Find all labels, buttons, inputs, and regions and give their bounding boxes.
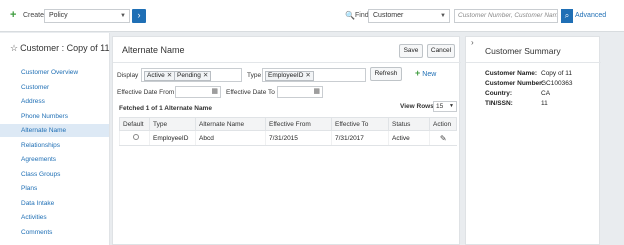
type-cell: EmployeeID (149, 130, 196, 146)
display-label: Display (117, 72, 139, 79)
effective-date-to-input[interactable]: ▦ (277, 86, 323, 98)
column-header-action: Action (429, 117, 457, 131)
country-value: CA (541, 90, 551, 97)
display-filter[interactable]: Active ✕ Pending ✕ (141, 68, 242, 82)
nav-item-alternate-name[interactable]: Alternate Name (0, 124, 109, 137)
nav-item-activities[interactable]: Activities (0, 211, 109, 224)
table-header-row: Default Type Alternate Name Effective Fr… (119, 117, 457, 131)
left-navigation: ☆ Customer : Copy of 11 Customer Overview… (0, 33, 110, 245)
save-button[interactable]: Save (399, 44, 423, 58)
close-icon[interactable]: ✕ (203, 72, 208, 79)
effective-from-cell: 7/31/2015 (265, 130, 332, 146)
create-type-select[interactable]: Policy ▼ (44, 9, 130, 23)
search-button[interactable]: ⌕ (561, 9, 573, 23)
alternate-name-table: Default Type Alternate Name Effective Fr… (119, 117, 457, 146)
create-go-button[interactable]: › (132, 9, 146, 23)
chevron-right-icon: › (137, 10, 141, 20)
effective-to-cell: 7/31/2017 (331, 130, 389, 146)
chevron-down-icon: ▼ (120, 13, 126, 19)
alternate-name-panel: Alternate Name Save Cancel Display Activ… (112, 36, 461, 245)
type-label: Type (247, 72, 262, 79)
cancel-button[interactable]: Cancel (427, 44, 455, 58)
tag-label: Pending (177, 72, 201, 79)
nav-item-customer-overview[interactable]: Customer Overview (0, 66, 109, 79)
divider (466, 62, 601, 63)
column-header-alternate-name[interactable]: Alternate Name (195, 117, 266, 131)
customer-name-value: Copy of 11 (541, 70, 572, 77)
search-input[interactable]: Customer Number, Customer Name (454, 9, 558, 23)
customer-name-label: Customer Name: (485, 70, 538, 77)
display-tag-pending[interactable]: Pending ✕ (174, 71, 212, 81)
nav-item-phone-numbers[interactable]: Phone Numbers (0, 110, 109, 123)
refresh-button[interactable]: Refresh (370, 67, 402, 81)
column-header-effective-from[interactable]: Effective From (265, 117, 332, 131)
create-type-value: Policy (49, 12, 68, 19)
table-row[interactable]: EmployeeID Abcd 7/31/2015 7/31/2017 Acti… (119, 130, 457, 146)
nav-item-class-groups[interactable]: Class Groups (0, 168, 109, 181)
chevron-down-icon: ▼ (440, 13, 446, 19)
page-title-text: Customer : Copy of 11 (20, 43, 110, 53)
default-radio[interactable] (133, 134, 139, 140)
fetched-count: Fetched 1 of 1 Alternate Name (119, 105, 212, 112)
view-rows-value: 15 (436, 103, 444, 110)
summary-title: Customer Summary (485, 46, 561, 56)
new-button[interactable]: + New (415, 68, 436, 78)
column-header-type[interactable]: Type (149, 117, 196, 131)
effective-date-from-input[interactable]: ▦ (175, 86, 221, 98)
chevron-right-icon[interactable]: › (471, 38, 474, 47)
advanced-search-link[interactable]: Advanced (575, 12, 606, 19)
nav-item-data-intake[interactable]: Data Intake (0, 197, 109, 210)
find-label: Find (355, 12, 369, 19)
column-header-default[interactable]: Default (119, 117, 150, 131)
nav-item-comments[interactable]: Comments (0, 226, 109, 239)
chevron-down-icon: ▼ (449, 103, 454, 109)
type-tag-employeeid[interactable]: EmployeeID ✕ (265, 71, 314, 81)
create-label: Create (23, 12, 45, 19)
search-icon: ⌕ (564, 11, 570, 20)
plus-icon[interactable]: + (10, 10, 16, 21)
calendar-icon[interactable]: ▦ (211, 87, 218, 97)
divider (113, 62, 461, 63)
page-title: ☆ Customer : Copy of 11 (10, 43, 109, 54)
tag-label: EmployeeID (268, 72, 304, 79)
view-rows-select[interactable]: 15 ▼ (433, 101, 457, 112)
display-tag-active[interactable]: Active ✕ (144, 71, 176, 81)
status-cell: Active (388, 130, 430, 146)
section-title: Alternate Name (122, 45, 185, 55)
close-icon[interactable]: ✕ (305, 72, 310, 79)
calendar-icon[interactable]: ▦ (313, 87, 320, 97)
search-icon: 🔍 (345, 11, 355, 20)
customer-number-label: Customer Number: (485, 80, 544, 87)
find-type-value: Customer (373, 12, 404, 19)
country-label: Country: (485, 90, 513, 97)
tin-ssn-label: TIN/SSN: (485, 100, 513, 107)
star-icon[interactable]: ☆ (10, 43, 18, 53)
nav-item-customer[interactable]: Customer (0, 81, 109, 94)
customer-summary-panel: › Customer Summary Customer Name: Copy o… (465, 36, 601, 245)
page-margin (604, 33, 624, 245)
plus-icon: + (415, 68, 421, 78)
view-rows-label: View Rows (400, 103, 434, 110)
new-label: New (422, 71, 437, 78)
type-filter[interactable]: EmployeeID ✕ (262, 68, 366, 82)
nav-item-agreements[interactable]: Agreements (0, 153, 109, 166)
find-type-select[interactable]: Customer ▼ (368, 9, 450, 23)
nav-item-address[interactable]: Address (0, 95, 109, 108)
column-header-effective-to[interactable]: Effective To (331, 117, 389, 131)
top-bar: + Create Policy ▼ › 🔍 Find Customer ▼ Cu… (0, 0, 624, 32)
nav-item-plans[interactable]: Plans (0, 182, 109, 195)
tag-label: Active (147, 72, 165, 79)
effective-date-to-label: Effective Date To (226, 89, 275, 96)
action-cell: ✎ (429, 130, 457, 146)
default-cell (119, 130, 150, 146)
customer-number-value: GC100363 (541, 80, 573, 87)
close-icon[interactable]: ✕ (167, 72, 172, 79)
effective-date-from-label: Effective Date From (117, 89, 175, 96)
column-header-status[interactable]: Status (388, 117, 430, 131)
tin-ssn-value: 11 (541, 100, 548, 107)
nav-item-relationships[interactable]: Relationships (0, 139, 109, 152)
alternate-name-cell: Abcd (195, 130, 266, 146)
pencil-icon[interactable]: ✎ (440, 134, 447, 143)
